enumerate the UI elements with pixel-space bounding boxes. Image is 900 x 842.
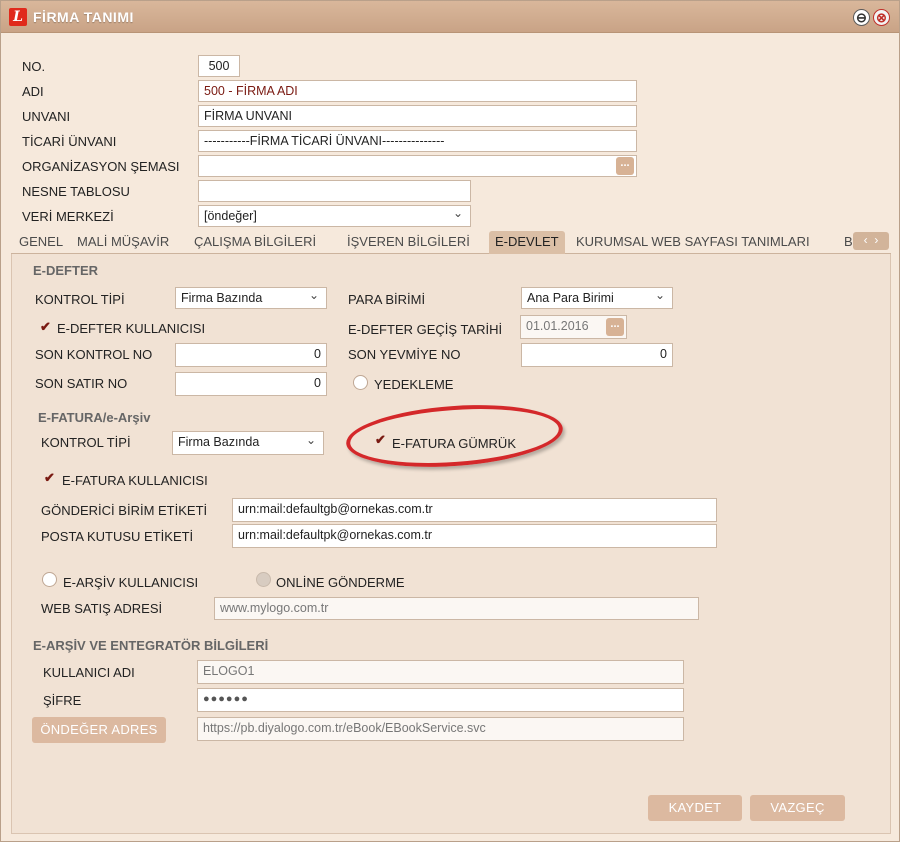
kullanici-adi-label: KULLANICI ADI [43,665,135,680]
yedekleme-checkbox[interactable] [353,375,368,390]
gonderici-field[interactable]: urn:mail:defaultgb@ornekas.com.tr [232,498,717,522]
son-satir-label: SON SATIR NO [35,376,128,391]
edefter-kullanici-label: E-DEFTER KULLANICISI [57,321,206,336]
title-bar[interactable]: L FİRMA TANIMI ⊖ ⊗ [1,1,899,33]
gecis-tarihi-label: E-DEFTER GEÇİŞ TARİHİ [348,322,503,337]
son-yevmiye-field[interactable]: 0 [521,343,673,367]
earsiv-kullanici-checkbox[interactable] [42,572,57,587]
efatura-kontrol-select[interactable]: Firma Bazında [172,431,324,455]
edefter-section-title: E-DEFTER [33,263,98,278]
posta-kutusu-field[interactable]: urn:mail:defaultpk@ornekas.com.tr [232,524,717,548]
sifre-field[interactable]: ●●●●●● [197,688,684,712]
organizasyon-label: ORGANİZASYON ŞEMASI [22,159,180,174]
edefter-kontrol-label: KONTROL TİPİ [35,292,125,307]
edefter-kullanici-checkbox[interactable]: ✔ [38,320,53,335]
tab-genel[interactable]: GENEL [13,231,69,254]
tab-calisma-bilgileri[interactable]: ÇALIŞMA BİLGİLERİ [188,231,322,254]
kaydet-button[interactable]: KAYDET [648,795,742,821]
yedekleme-label: YEDEKLEME [374,377,454,392]
gonderici-label: GÖNDERİCİ BİRİM ETİKETİ [41,503,208,518]
no-label: NO. [22,59,46,74]
ticari-unvani-field[interactable]: -----------FİRMA TİCARİ ÜNVANI----------… [198,130,637,152]
online-gonderme-checkbox[interactable] [256,572,271,587]
chevron-down-icon[interactable]: ⌄ [655,288,665,302]
tab-mali-musavir[interactable]: MALİ MÜŞAVİR [71,231,175,254]
son-yevmiye-label: SON YEVMİYE NO [348,347,461,362]
minimize-icon[interactable]: ⊖ [853,9,870,26]
calendar-button[interactable]: ... [606,318,624,336]
son-kontrol-label: SON KONTROL NO [35,347,153,362]
efatura-gumruk-label: E-FATURA GÜMRÜK [392,436,516,451]
chevron-down-icon[interactable]: ⌄ [306,433,316,447]
para-birimi-label: PARA BİRİMİ [348,292,426,307]
adi-label: ADI [22,84,44,99]
chevron-right-icon[interactable]: › [874,233,878,247]
son-kontrol-field[interactable]: 0 [175,343,327,367]
tab-scroll-buttons[interactable]: ‹ › [853,232,889,250]
efatura-kullanici-label: E-FATURA KULLANICISI [62,473,208,488]
efatura-kontrol-label: KONTROL TİPİ [41,435,131,450]
sifre-label: ŞİFRE [43,693,82,708]
chevron-down-icon[interactable]: ⌄ [309,288,319,302]
vazgec-button[interactable]: VAZGEÇ [750,795,845,821]
web-satis-label: WEB SATIŞ ADRESİ [41,601,163,616]
tab-isveren-bilgileri[interactable]: İŞVEREN BİLGİLERİ [341,231,476,254]
veri-merkezi-label: VERİ MERKEZİ [22,209,114,224]
ticari-unvani-label: TİCARİ ÜNVANI [22,134,117,149]
efatura-section-title: E-FATURA/e-Arşiv [38,410,151,425]
nesne-tablosu-field[interactable] [198,180,471,202]
adres-field[interactable]: https://pb.diyalogo.com.tr/eBook/EBookSe… [197,717,684,741]
no-field[interactable]: 500 [198,55,240,77]
logo-icon: L [9,8,27,26]
window-title: FİRMA TANIMI [33,9,134,25]
posta-kutusu-label: POSTA KUTUSU ETİKETİ [41,529,194,544]
online-gonderme-label: ONLİNE GÖNDERME [276,575,405,590]
tab-kurumsal-web[interactable]: KURUMSAL WEB SAYFASI TANIMLARI [570,231,816,254]
edefter-kontrol-select[interactable]: Firma Bazında [175,287,327,309]
tab-e-devlet[interactable]: E-DEVLET [489,231,565,254]
efatura-kullanici-checkbox[interactable]: ✔ [42,471,57,486]
unvani-label: UNVANI [22,109,71,124]
earsiv-kullanici-label: E-ARŞİV KULLANICISI [63,575,199,590]
efatura-gumruk-checkbox[interactable]: ✔ [373,433,388,448]
close-icon[interactable]: ⊗ [873,9,890,26]
unvani-field[interactable]: FİRMA UNVANI [198,105,637,127]
kullanici-adi-field[interactable]: ELOGO1 [197,660,684,684]
chevron-down-icon[interactable]: ⌄ [453,206,463,220]
nesne-tablosu-label: NESNE TABLOSU [22,184,130,199]
chevron-left-icon[interactable]: ‹ [864,233,868,247]
tab-strip: GENEL MALİ MÜŞAVİR ÇALIŞMA BİLGİLERİ İŞV… [11,231,891,254]
web-satis-field[interactable]: www.mylogo.com.tr [214,597,699,620]
son-satir-field[interactable]: 0 [175,372,327,396]
organizasyon-lookup-button[interactable]: ... [616,157,634,175]
para-birimi-select[interactable]: Ana Para Birimi [521,287,673,309]
ondeger-adres-button[interactable]: ÖNDEĞER ADRES [32,717,166,743]
veri-merkezi-select[interactable]: [öndeğer] [198,205,471,227]
firma-tanimi-window: L FİRMA TANIMI ⊖ ⊗ NO. 500 ADI 500 - FİR… [0,0,900,842]
organizasyon-field[interactable] [198,155,637,177]
entegrator-section-title: E-ARŞİV VE ENTEGRATÖR BİLGİLERİ [33,638,269,653]
adi-field[interactable]: 500 - FİRMA ADI [198,80,637,102]
